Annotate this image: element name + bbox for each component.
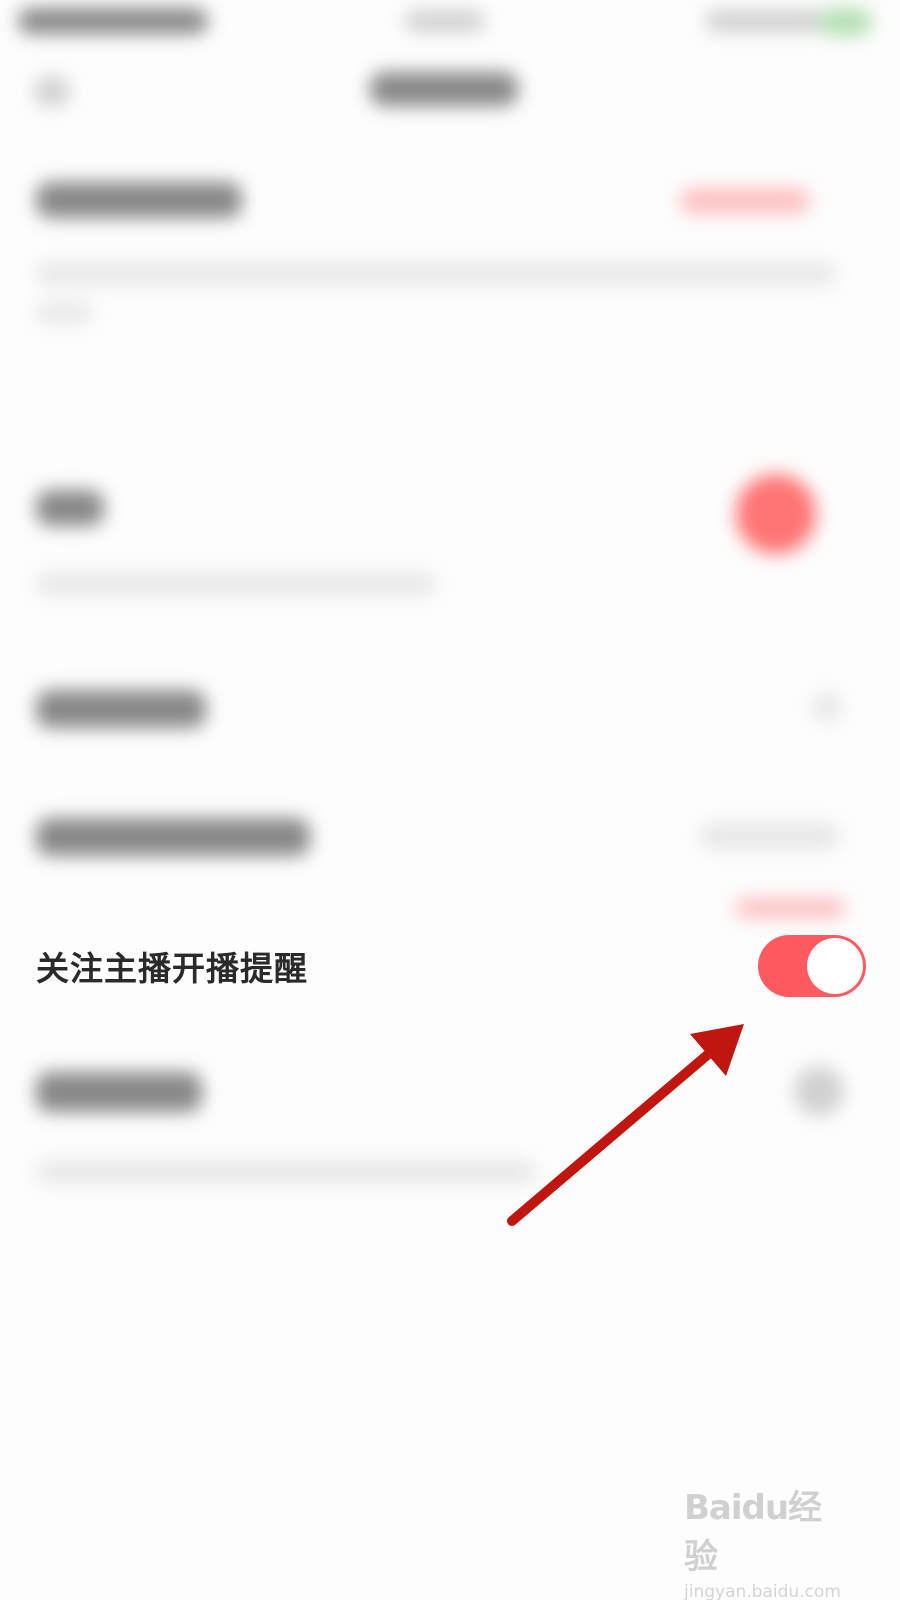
row-2-toggle-blurred[interactable] bbox=[736, 474, 816, 554]
status-bar-time-blurred bbox=[405, 10, 485, 32]
row-4-accent-blurred bbox=[735, 898, 845, 918]
annotation-arrow bbox=[507, 1024, 744, 1226]
arrow-head bbox=[690, 1024, 744, 1076]
status-bar-left-blurred bbox=[18, 8, 208, 34]
row-3-label-blurred bbox=[36, 690, 206, 728]
page-title-blurred bbox=[370, 72, 518, 106]
follow-streamer-live-reminder-row: 关注主播开播提醒 bbox=[0, 918, 900, 1014]
row-3-chevron-icon[interactable] bbox=[812, 692, 842, 722]
row-6-icon-blurred[interactable] bbox=[794, 1066, 844, 1116]
section-description-line2-blurred bbox=[36, 302, 92, 324]
watermark-logo: Baidu经验 bbox=[684, 1488, 822, 1577]
toggle-knob[interactable] bbox=[807, 938, 863, 994]
arrow-shaft bbox=[507, 1046, 717, 1226]
row-6-desc-blurred bbox=[36, 1160, 536, 1184]
row-2-desc-blurred bbox=[36, 572, 436, 596]
section-description-blurred bbox=[36, 262, 836, 286]
back-icon[interactable] bbox=[34, 76, 70, 106]
watermark-url: jingyan.baidu.com bbox=[684, 1582, 841, 1600]
settings-screen: 关注主播开播提醒 Baidu经验 jingyan.baidu.com bbox=[0, 0, 900, 1600]
row-4-value-blurred bbox=[700, 822, 840, 850]
follow-streamer-live-reminder-label: 关注主播开播提醒 bbox=[36, 949, 308, 988]
row-4-label-blurred bbox=[36, 818, 310, 856]
section-title-blurred bbox=[36, 182, 242, 218]
section-action-blurred[interactable] bbox=[680, 188, 810, 214]
follow-streamer-live-reminder-toggle[interactable] bbox=[758, 935, 866, 997]
baidu-jingyan-watermark: Baidu经验 jingyan.baidu.com bbox=[684, 1480, 844, 1600]
row-2-label-blurred bbox=[36, 490, 104, 526]
row-6-label-blurred bbox=[36, 1072, 202, 1112]
status-bar-icons-blurred bbox=[705, 10, 825, 32]
battery-icon bbox=[820, 8, 872, 36]
